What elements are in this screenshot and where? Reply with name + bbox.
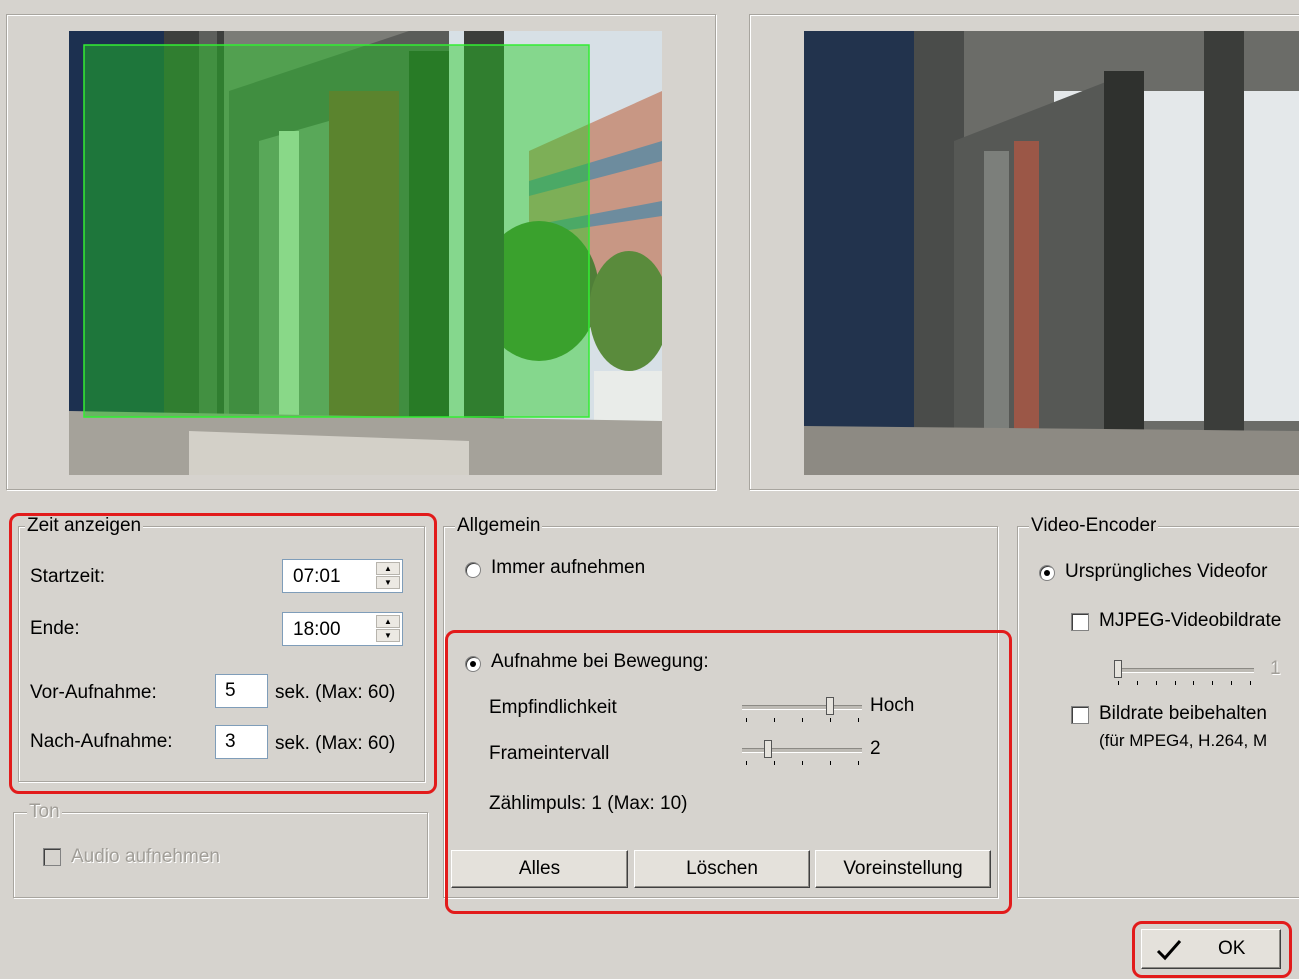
mjpeg-framerate-label[interactable]: MJPEG-Videobildrate: [1099, 610, 1281, 632]
mjpeg-framerate-slider-thumb[interactable]: [1114, 660, 1122, 678]
checkmark-icon: [1156, 940, 1182, 961]
slider-tick: [1193, 681, 1194, 685]
start-time-down-button[interactable]: ▼: [376, 576, 400, 589]
all-button[interactable]: Alles: [451, 850, 628, 888]
slider-tick: [774, 761, 775, 765]
mjpeg-framerate-slider-ticks: [1114, 681, 1254, 685]
keep-framerate-sublabel: (für MPEG4, H.264, M: [1099, 731, 1268, 750]
always-record-label[interactable]: Immer aufnehmen: [491, 557, 645, 579]
slider-tick: [1212, 681, 1213, 685]
slider-tick: [802, 718, 803, 722]
slider-tick: [1250, 681, 1251, 685]
mjpeg-framerate-slider[interactable]: [1114, 660, 1254, 686]
frame-interval-label: Frameintervall: [489, 743, 610, 764]
motion-preview-image[interactable]: [69, 31, 662, 475]
end-time-label: Ende:: [30, 618, 80, 639]
ok-label: OK: [1218, 938, 1246, 959]
sensitivity-slider[interactable]: [742, 697, 862, 723]
audio-checkbox[interactable]: [43, 848, 61, 866]
slider-tick: [1137, 681, 1138, 685]
end-time-up-button[interactable]: ▲: [376, 615, 400, 628]
end-time-down-button[interactable]: ▼: [376, 629, 400, 642]
mjpeg-framerate-checkbox[interactable]: [1071, 613, 1089, 631]
motion-record-radio[interactable]: [465, 656, 481, 672]
motion-record-label[interactable]: Aufnahme bei Bewegung:: [491, 651, 709, 673]
ok-button[interactable]: OK: [1141, 929, 1281, 969]
end-time-spinbox[interactable]: 18:00 ▲ ▼: [282, 612, 403, 646]
sensitivity-slider-ticks: [742, 718, 862, 722]
pulse-count-text: Zählimpuls: 1 (Max: 10): [489, 793, 688, 814]
slider-tick: [802, 761, 803, 765]
mjpeg-framerate-slider-track: [1114, 668, 1254, 673]
start-time-value[interactable]: 07:01: [293, 566, 341, 588]
original-format-radio[interactable]: [1039, 565, 1055, 581]
pre-record-label: Vor-Aufnahme:: [30, 682, 157, 703]
video-encoder-group-title: Video-Encoder: [1029, 515, 1159, 536]
slider-tick: [858, 761, 859, 765]
pre-record-input[interactable]: 5: [215, 674, 268, 708]
always-record-radio[interactable]: [465, 562, 481, 578]
slider-tick: [1175, 681, 1176, 685]
slider-tick: [746, 718, 747, 722]
slider-tick: [746, 761, 747, 765]
end-time-value[interactable]: 18:00: [293, 619, 341, 641]
start-time-label: Startzeit:: [30, 566, 105, 587]
slider-tick: [1156, 681, 1157, 685]
general-group-title: Allgemein: [455, 515, 543, 536]
sound-group-title: Ton: [27, 801, 62, 822]
delete-button[interactable]: Löschen: [634, 850, 810, 888]
start-time-up-button[interactable]: ▲: [376, 562, 400, 575]
live-preview-image: [804, 31, 1299, 475]
frame-interval-slider-thumb[interactable]: [764, 740, 772, 758]
post-record-label: Nach-Aufnahme:: [30, 731, 173, 752]
keep-framerate-checkbox[interactable]: [1071, 706, 1089, 724]
slider-tick: [774, 718, 775, 722]
slider-tick: [1231, 681, 1232, 685]
slider-tick: [830, 718, 831, 722]
frame-interval-slider-track: [742, 748, 862, 753]
slider-tick: [830, 761, 831, 765]
sensitivity-label: Empfindlichkeit: [489, 697, 617, 718]
time-group-title: Zeit anzeigen: [25, 515, 144, 536]
frame-interval-value: 2: [870, 738, 881, 759]
slider-tick: [858, 718, 859, 722]
slider-tick: [1118, 681, 1119, 685]
keep-framerate-label[interactable]: Bildrate beibehalten: [1099, 703, 1267, 725]
default-button[interactable]: Voreinstellung: [815, 850, 991, 888]
sensitivity-value: Hoch: [870, 695, 915, 716]
original-format-label[interactable]: Ursprüngliches Videofor: [1065, 561, 1267, 583]
sensitivity-slider-track: [742, 705, 862, 710]
pre-record-unit: sek. (Max: 60): [275, 682, 396, 703]
sensitivity-slider-thumb[interactable]: [826, 697, 834, 715]
frame-interval-slider-ticks: [742, 761, 862, 765]
audio-label: Audio aufnehmen: [71, 846, 220, 867]
post-record-input[interactable]: 3: [215, 725, 268, 759]
start-time-spinbox[interactable]: 07:01 ▲ ▼: [282, 559, 403, 593]
mjpeg-framerate-value: 1: [1270, 658, 1281, 679]
post-record-unit: sek. (Max: 60): [275, 733, 396, 754]
frame-interval-slider[interactable]: [742, 740, 862, 766]
